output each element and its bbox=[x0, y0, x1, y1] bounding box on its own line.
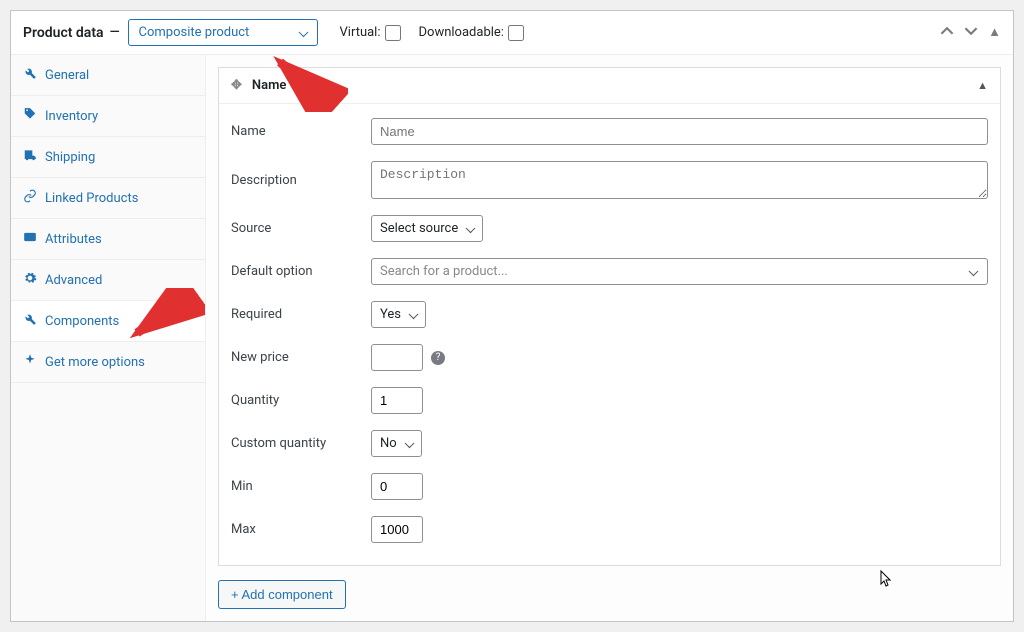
link-icon bbox=[23, 189, 37, 207]
mouse-cursor-icon bbox=[880, 570, 894, 592]
main-content: ✥ Name ▲ Name Description Source bbox=[206, 55, 1013, 621]
name-input[interactable] bbox=[371, 118, 988, 145]
min-label: Min bbox=[231, 479, 371, 494]
product-data-panel: Product data — Composite product Virtual… bbox=[10, 10, 1014, 622]
sidebar-item-label: Advanced bbox=[45, 273, 102, 288]
custom-quantity-select[interactable]: No bbox=[371, 430, 422, 457]
spark-icon bbox=[23, 353, 37, 371]
product-data-label: Product data bbox=[23, 25, 104, 41]
name-label: Name bbox=[231, 124, 371, 139]
dash: — bbox=[110, 25, 120, 40]
default-option-select[interactable]: Search for a product... bbox=[371, 258, 988, 285]
source-label: Source bbox=[231, 221, 371, 236]
product-type-select[interactable]: Composite product bbox=[128, 19, 318, 46]
sidebar-item-label: Attributes bbox=[45, 232, 102, 247]
downloadable-label: Downloadable: bbox=[419, 25, 504, 40]
new-price-input[interactable] bbox=[371, 344, 423, 371]
sidebar-item-shipping[interactable]: Shipping bbox=[11, 137, 205, 178]
drag-handle-icon[interactable]: ✥ bbox=[231, 78, 242, 93]
sidebar-item-label: Components bbox=[45, 314, 119, 329]
move-up-icon[interactable] bbox=[940, 24, 954, 42]
source-select[interactable]: Select source bbox=[371, 215, 483, 242]
sidebar-item-general[interactable]: General bbox=[11, 55, 205, 96]
default-option-placeholder: Search for a product... bbox=[380, 264, 508, 279]
toggle-panel-icon[interactable]: ▲ bbox=[988, 24, 1001, 42]
help-icon[interactable]: ? bbox=[431, 351, 445, 365]
sidebar-item-label: Get more options bbox=[45, 355, 145, 370]
downloadable-checkbox-label[interactable]: Downloadable: bbox=[419, 25, 524, 41]
gear-icon bbox=[23, 271, 37, 289]
virtual-checkbox[interactable] bbox=[385, 25, 401, 41]
collapse-icon[interactable]: ▲ bbox=[977, 79, 988, 92]
sidebar-item-label: Shipping bbox=[45, 150, 95, 165]
required-select[interactable]: Yes bbox=[371, 301, 426, 328]
truck-icon bbox=[23, 148, 37, 166]
sidebar-item-linked-products[interactable]: Linked Products bbox=[11, 178, 205, 219]
sidebar-item-inventory[interactable]: Inventory bbox=[11, 96, 205, 137]
description-input[interactable] bbox=[371, 161, 988, 199]
max-input[interactable] bbox=[371, 516, 423, 543]
sidebar-item-label: General bbox=[45, 68, 89, 83]
component-title: Name bbox=[252, 78, 286, 93]
sidebar-item-get-more-options[interactable]: Get more options bbox=[11, 342, 205, 383]
panel-header: Product data — Composite product Virtual… bbox=[11, 11, 1013, 55]
quantity-input[interactable] bbox=[371, 387, 423, 414]
component-form: Name Description Source Select source bbox=[219, 104, 1000, 565]
sidebar-item-label: Linked Products bbox=[45, 191, 138, 206]
required-label: Required bbox=[231, 307, 371, 322]
custom-quantity-value: No bbox=[380, 436, 397, 451]
sidebar-item-components[interactable]: Components bbox=[11, 301, 205, 342]
source-value: Select source bbox=[380, 221, 458, 236]
required-value: Yes bbox=[380, 307, 401, 322]
sidebar-item-attributes[interactable]: Attributes bbox=[11, 219, 205, 260]
component-header[interactable]: ✥ Name ▲ bbox=[219, 68, 1000, 104]
quantity-label: Quantity bbox=[231, 393, 371, 408]
wrench-icon bbox=[23, 66, 37, 84]
downloadable-checkbox[interactable] bbox=[508, 25, 524, 41]
max-label: Max bbox=[231, 522, 371, 537]
sidebar-item-label: Inventory bbox=[45, 109, 98, 124]
description-label: Description bbox=[231, 173, 371, 188]
product-type-value: Composite product bbox=[139, 25, 250, 40]
sidebar-item-advanced[interactable]: Advanced bbox=[11, 260, 205, 301]
virtual-label: Virtual: bbox=[340, 25, 381, 40]
tag-icon bbox=[23, 107, 37, 125]
virtual-checkbox-label[interactable]: Virtual: bbox=[340, 25, 401, 41]
checkbox-group: Virtual: Downloadable: bbox=[340, 25, 524, 41]
panel-controls: ▲ bbox=[940, 24, 1001, 42]
new-price-label: New price bbox=[231, 350, 371, 365]
sidebar: General Inventory Shipping Linked Produc… bbox=[11, 55, 206, 621]
wrench-icon bbox=[23, 312, 37, 330]
default-option-label: Default option bbox=[231, 264, 371, 279]
move-down-icon[interactable] bbox=[964, 24, 978, 42]
card-icon bbox=[23, 230, 37, 248]
component-box: ✥ Name ▲ Name Description Source bbox=[218, 67, 1001, 566]
min-input[interactable] bbox=[371, 473, 423, 500]
custom-quantity-label: Custom quantity bbox=[231, 436, 371, 451]
